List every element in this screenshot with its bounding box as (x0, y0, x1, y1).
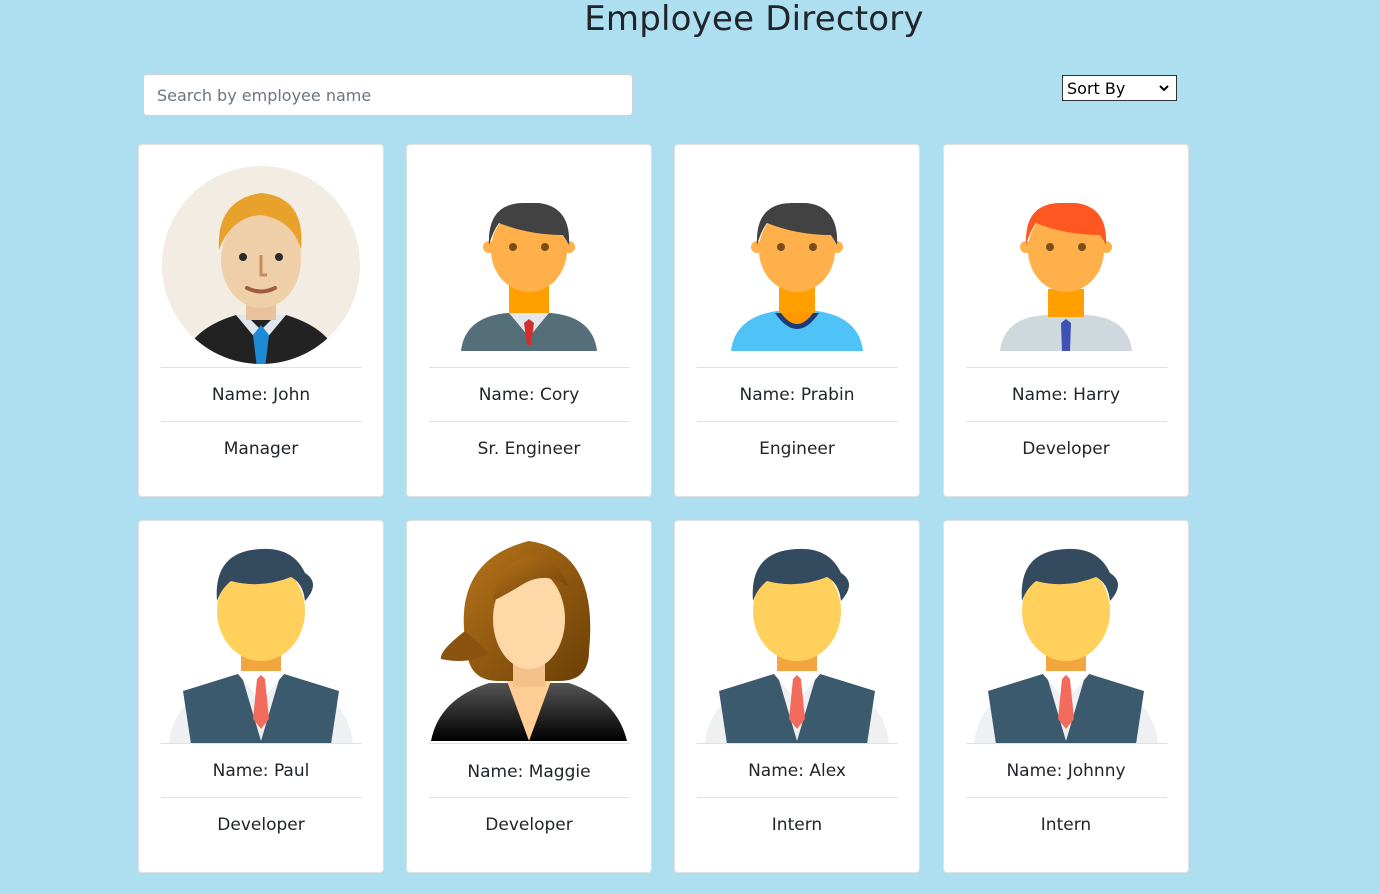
employee-card[interactable]: Name: Cory Sr. Engineer (406, 144, 652, 497)
employee-card[interactable]: Name: Harry Developer (943, 144, 1189, 497)
employee-name: Name: Maggie (467, 762, 591, 782)
employee-card[interactable]: Name: Prabin Engineer (674, 144, 920, 497)
page-title: Employee Directory (584, 0, 924, 39)
employee-role: Intern (771, 815, 823, 835)
man-blue-shirt-avatar-icon (697, 165, 897, 368)
chevron-down-icon (1159, 85, 1169, 92)
man-red-hair-avatar-icon (966, 165, 1166, 368)
sort-select[interactable]: Sort By (1062, 75, 1177, 101)
manager-avatar-icon (161, 165, 361, 368)
employee-card[interactable]: Name: John Manager (138, 144, 384, 497)
man-vest-avatar-icon (966, 541, 1166, 744)
employee-card[interactable]: Name: Paul Developer (138, 520, 384, 873)
employee-role: Sr. Engineer (477, 439, 581, 459)
employee-role: Manager (223, 439, 299, 459)
employee-name: Name: John (211, 385, 311, 405)
man-vest-avatar-icon (697, 541, 897, 744)
man-vest-avatar-icon (161, 541, 361, 744)
employee-card[interactable]: Name: Maggie Developer (406, 520, 652, 873)
employee-name: Name: Prabin (739, 385, 855, 405)
employee-role: Developer (485, 815, 573, 835)
employee-name: Name: Johnny (1006, 761, 1126, 781)
sort-select-value: Sort By (1067, 78, 1126, 98)
employee-name: Name: Paul (212, 761, 310, 781)
employee-role: Developer (1022, 439, 1110, 459)
employee-role: Developer (217, 815, 305, 835)
woman-avatar-icon (429, 541, 629, 744)
employee-name: Name: Harry (1011, 385, 1121, 405)
employee-card[interactable]: Name: Johnny Intern (943, 520, 1189, 873)
man-gray-suit-avatar-icon (429, 165, 629, 368)
search-input[interactable] (143, 74, 633, 116)
employee-name: Name: Cory (478, 385, 580, 405)
employee-role: Intern (1040, 815, 1092, 835)
employee-card[interactable]: Name: Alex Intern (674, 520, 920, 873)
employee-name: Name: Alex (748, 761, 846, 781)
employee-role: Engineer (759, 439, 835, 459)
